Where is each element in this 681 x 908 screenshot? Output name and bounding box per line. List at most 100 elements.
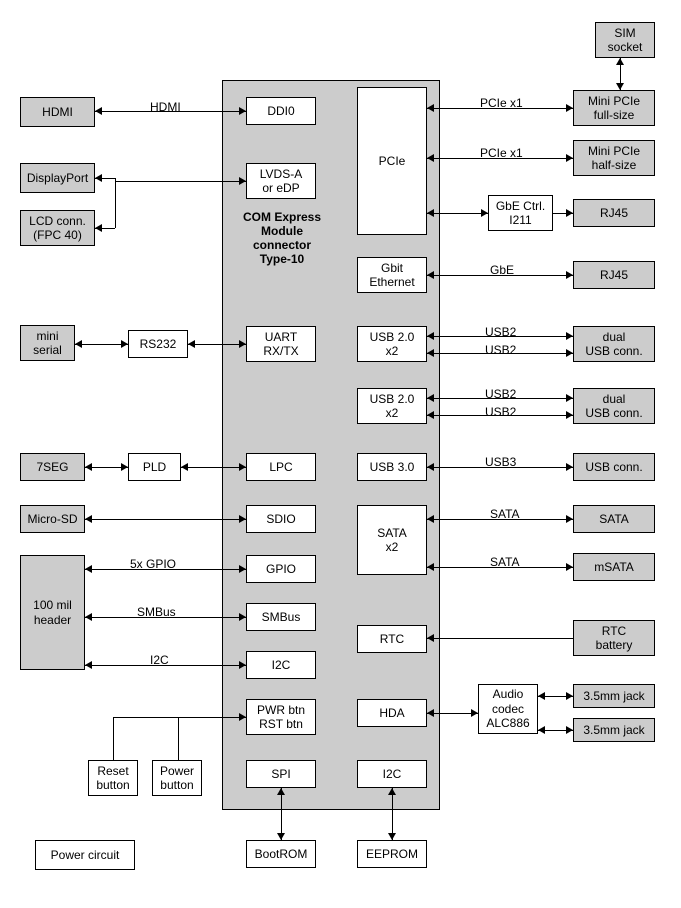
- arrow-icon: [277, 788, 285, 795]
- arrow-icon: [616, 58, 624, 65]
- alc886-box: Audio codec ALC886: [478, 684, 538, 734]
- gpio-box: GPIO: [246, 555, 316, 583]
- minipcie-full-ext: Mini PCIe full-size: [573, 90, 655, 126]
- sata-label1: SATA: [490, 507, 520, 521]
- rs232-box: RS232: [128, 330, 188, 358]
- arrow-icon: [239, 613, 246, 621]
- usb30-box: USB 3.0: [357, 453, 427, 481]
- pcie-x1a-label: PCIe x1: [480, 96, 523, 110]
- arrow-icon: [427, 209, 434, 217]
- arrow-icon: [388, 833, 396, 840]
- sata-label2: SATA: [490, 555, 520, 569]
- rj45b-ext: RJ45: [573, 261, 655, 289]
- arrow-icon: [566, 692, 573, 700]
- hdmi-label: HDMI: [150, 100, 181, 114]
- arrow-icon: [239, 565, 246, 573]
- arrow-icon: [538, 692, 545, 700]
- spi-box: SPI: [246, 760, 316, 788]
- satax2-box: SATA x2: [357, 505, 427, 575]
- power-button: Power button: [152, 760, 202, 796]
- arrow-icon: [566, 154, 573, 162]
- conn-line: [178, 717, 179, 760]
- arrow-icon: [427, 154, 434, 162]
- lpc-box: LPC: [246, 453, 316, 481]
- pld-box: PLD: [128, 453, 181, 481]
- pcie-x1b-label: PCIe x1: [480, 146, 523, 160]
- i2c-label: I2C: [150, 653, 169, 667]
- conn-line: [113, 717, 114, 760]
- lvds-box: LVDS-A or eDP: [246, 163, 316, 199]
- arrow-icon: [427, 709, 434, 717]
- arrow-icon: [566, 515, 573, 523]
- gpio-label: 5x GPIO: [130, 557, 176, 571]
- arrow-icon: [181, 463, 188, 471]
- arrow-icon: [388, 788, 396, 795]
- arrow-icon: [85, 565, 92, 573]
- arrow-icon: [427, 634, 434, 642]
- eeprom-box: EEPROM: [357, 840, 427, 868]
- conn-line: [115, 178, 116, 228]
- power-circuit: Power circuit: [35, 840, 135, 870]
- arrow-icon: [239, 713, 246, 721]
- arrow-icon: [566, 563, 573, 571]
- arrow-icon: [85, 613, 92, 621]
- arrow-icon: [427, 349, 434, 357]
- conn-line: [427, 213, 488, 214]
- usb20a-box: USB 2.0 x2: [357, 326, 427, 362]
- arrow-icon: [566, 726, 573, 734]
- 7seg-ext: 7SEG: [20, 453, 85, 481]
- arrow-icon: [427, 104, 434, 112]
- arrow-icon: [239, 463, 246, 471]
- arrow-icon: [616, 83, 624, 90]
- conn-line: [85, 519, 246, 520]
- arrow-icon: [239, 661, 246, 669]
- arrow-icon: [427, 411, 434, 419]
- i2c-box: I2C: [246, 651, 316, 679]
- arrow-icon: [239, 107, 246, 115]
- usbconn-a-ext: dual USB conn.: [573, 326, 655, 362]
- arrow-icon: [566, 332, 573, 340]
- uart-box: UART RX/TX: [246, 326, 316, 362]
- arrow-icon: [188, 340, 195, 348]
- hda-box: HDA: [357, 699, 427, 727]
- smbus-label: SMBus: [137, 605, 176, 619]
- usbconn-b-ext: dual USB conn.: [573, 388, 655, 424]
- ddi0-box: DDI0: [246, 97, 316, 125]
- arrow-icon: [239, 177, 246, 185]
- arrow-icon: [538, 726, 545, 734]
- msata-ext: mSATA: [573, 553, 655, 581]
- arrow-icon: [566, 209, 573, 217]
- mini-serial-ext: mini serial: [20, 325, 75, 361]
- usb20b-box: USB 2.0 x2: [357, 388, 427, 424]
- arrow-icon: [239, 340, 246, 348]
- arrow-icon: [427, 463, 434, 471]
- 100mil-header-ext: 100 mil header: [20, 555, 85, 670]
- arrow-icon: [85, 661, 92, 669]
- usb2-label4: USB2: [485, 405, 516, 419]
- hdmi-ext: HDMI: [20, 97, 95, 127]
- arrow-icon: [427, 563, 434, 571]
- lcd-ext: LCD conn. (FPC 40): [20, 210, 95, 246]
- arrow-icon: [471, 709, 478, 717]
- usbconn-c-ext: USB conn.: [573, 453, 655, 481]
- arrow-icon: [566, 271, 573, 279]
- arrow-icon: [85, 463, 92, 471]
- arrow-icon: [566, 411, 573, 419]
- rtcbatt-ext: RTC battery: [573, 620, 655, 656]
- conn-line: [113, 717, 246, 718]
- arrow-icon: [481, 209, 488, 217]
- usb3-label: USB3: [485, 455, 516, 469]
- arrow-icon: [121, 463, 128, 471]
- displayport-ext: DisplayPort: [20, 163, 95, 193]
- arrow-icon: [427, 332, 434, 340]
- jack1-ext: 3.5mm jack: [573, 684, 655, 708]
- arrow-icon: [566, 463, 573, 471]
- arrow-icon: [95, 107, 102, 115]
- conn-line: [115, 181, 246, 182]
- arrow-icon: [427, 515, 434, 523]
- arrow-icon: [85, 515, 92, 523]
- arrow-icon: [566, 104, 573, 112]
- i2c-right-box: I2C: [357, 760, 427, 788]
- usb2-label1: USB2: [485, 325, 516, 339]
- pwrbtn-box: PWR btn RST btn: [246, 699, 316, 735]
